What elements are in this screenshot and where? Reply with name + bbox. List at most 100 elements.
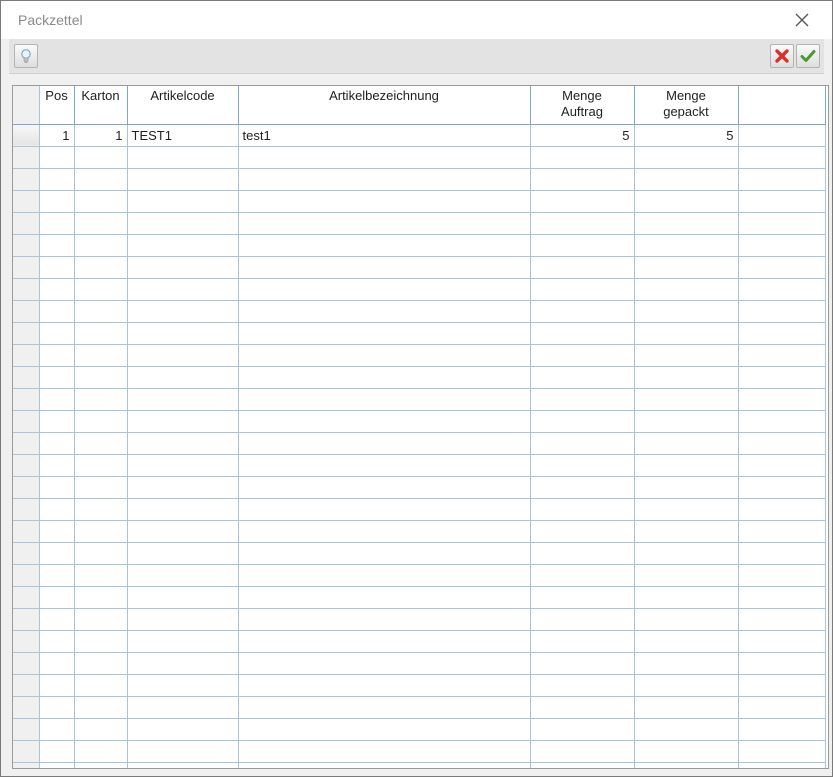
empty-cell[interactable] (39, 608, 75, 631)
empty-cell[interactable] (238, 366, 531, 389)
empty-cell[interactable] (39, 256, 75, 279)
empty-cell[interactable] (530, 520, 635, 543)
empty-cell[interactable] (634, 146, 739, 169)
empty-cell[interactable] (634, 476, 739, 499)
empty-cell[interactable] (39, 366, 75, 389)
empty-cell[interactable] (127, 454, 239, 477)
empty-table-row[interactable] (13, 256, 826, 279)
empty-table-row[interactable] (13, 146, 826, 169)
empty-cell[interactable] (634, 696, 739, 719)
empty-cell[interactable] (238, 740, 531, 763)
row-selector[interactable] (13, 542, 40, 565)
empty-cell[interactable] (634, 190, 739, 213)
empty-cell[interactable] (530, 146, 635, 169)
empty-cell[interactable] (634, 740, 739, 763)
empty-cell[interactable] (634, 212, 739, 235)
empty-cell[interactable] (127, 586, 239, 609)
empty-cell[interactable] (530, 674, 635, 697)
empty-cell[interactable] (127, 630, 239, 653)
empty-cell[interactable] (74, 454, 128, 477)
empty-cell[interactable] (530, 542, 635, 565)
empty-cell[interactable] (238, 542, 531, 565)
empty-cell[interactable] (634, 630, 739, 653)
empty-cell[interactable] (74, 498, 128, 521)
column-header-pos[interactable]: Pos (39, 86, 75, 125)
empty-cell[interactable] (530, 630, 635, 653)
row-selector[interactable] (13, 718, 40, 741)
empty-cell[interactable] (530, 300, 635, 323)
empty-cell[interactable] (634, 520, 739, 543)
empty-table-row[interactable] (13, 322, 826, 345)
empty-cell[interactable] (74, 234, 128, 257)
empty-cell[interactable] (634, 256, 739, 279)
empty-cell[interactable] (127, 146, 239, 169)
empty-cell[interactable] (238, 564, 531, 587)
empty-cell[interactable] (238, 498, 531, 521)
empty-cell[interactable] (74, 564, 128, 587)
empty-cell[interactable] (238, 476, 531, 499)
empty-cell[interactable] (530, 586, 635, 609)
empty-cell[interactable] (39, 586, 75, 609)
empty-cell[interactable] (238, 388, 531, 411)
cell-karton[interactable]: 1 (74, 124, 128, 147)
cell-menge-gepackt[interactable]: 5 (634, 124, 739, 147)
empty-cell[interactable] (74, 608, 128, 631)
empty-cell[interactable] (39, 520, 75, 543)
row-selector[interactable] (13, 454, 40, 477)
empty-table-row[interactable] (13, 476, 826, 499)
empty-cell[interactable] (74, 278, 128, 301)
empty-cell[interactable] (74, 212, 128, 235)
empty-cell[interactable] (634, 454, 739, 477)
empty-cell[interactable] (74, 476, 128, 499)
empty-cell[interactable] (530, 322, 635, 345)
empty-cell[interactable] (39, 190, 75, 213)
empty-cell[interactable] (634, 586, 739, 609)
cell-pos[interactable]: 1 (39, 124, 75, 147)
empty-cell[interactable] (127, 674, 239, 697)
empty-cell[interactable] (530, 498, 635, 521)
empty-cell[interactable] (74, 762, 128, 768)
empty-cell[interactable] (634, 564, 739, 587)
empty-cell[interactable] (127, 652, 239, 675)
empty-cell[interactable] (127, 278, 239, 301)
empty-cell[interactable] (74, 410, 128, 433)
empty-table-row[interactable] (13, 564, 826, 587)
empty-cell[interactable] (127, 498, 239, 521)
empty-table-row[interactable] (13, 432, 826, 455)
empty-cell[interactable] (127, 344, 239, 367)
row-selector[interactable] (13, 344, 40, 367)
column-header-artikelcode[interactable]: Artikelcode (127, 86, 239, 125)
empty-cell[interactable] (530, 388, 635, 411)
row-selector[interactable] (13, 124, 40, 147)
empty-table-row[interactable] (13, 718, 826, 741)
empty-cell[interactable] (39, 542, 75, 565)
empty-cell[interactable] (127, 476, 239, 499)
row-selector[interactable] (13, 674, 40, 697)
empty-cell[interactable] (530, 762, 635, 768)
empty-table-row[interactable] (13, 366, 826, 389)
empty-cell[interactable] (634, 542, 739, 565)
row-selector[interactable] (13, 652, 40, 675)
empty-cell[interactable] (74, 630, 128, 653)
empty-cell[interactable] (530, 652, 635, 675)
cell-artikelbezeichnung[interactable]: test1 (238, 124, 531, 147)
empty-cell[interactable] (127, 168, 239, 191)
empty-cell[interactable] (127, 608, 239, 631)
empty-cell[interactable] (127, 696, 239, 719)
packzettel-grid[interactable]: Pos Karton Artikelcode Artikelbezeichnun… (12, 85, 829, 769)
empty-cell[interactable] (39, 718, 75, 741)
empty-cell[interactable] (39, 322, 75, 345)
empty-table-row[interactable] (13, 300, 826, 323)
empty-cell[interactable] (127, 762, 239, 768)
empty-cell[interactable] (39, 740, 75, 763)
row-selector[interactable] (13, 586, 40, 609)
empty-table-row[interactable] (13, 652, 826, 675)
empty-cell[interactable] (74, 696, 128, 719)
row-selector[interactable] (13, 432, 40, 455)
column-header-menge-auftrag[interactable]: Menge Auftrag (530, 86, 635, 125)
empty-table-row[interactable] (13, 520, 826, 543)
empty-cell[interactable] (238, 234, 531, 257)
empty-cell[interactable] (238, 300, 531, 323)
empty-cell[interactable] (39, 300, 75, 323)
empty-cell[interactable] (530, 234, 635, 257)
